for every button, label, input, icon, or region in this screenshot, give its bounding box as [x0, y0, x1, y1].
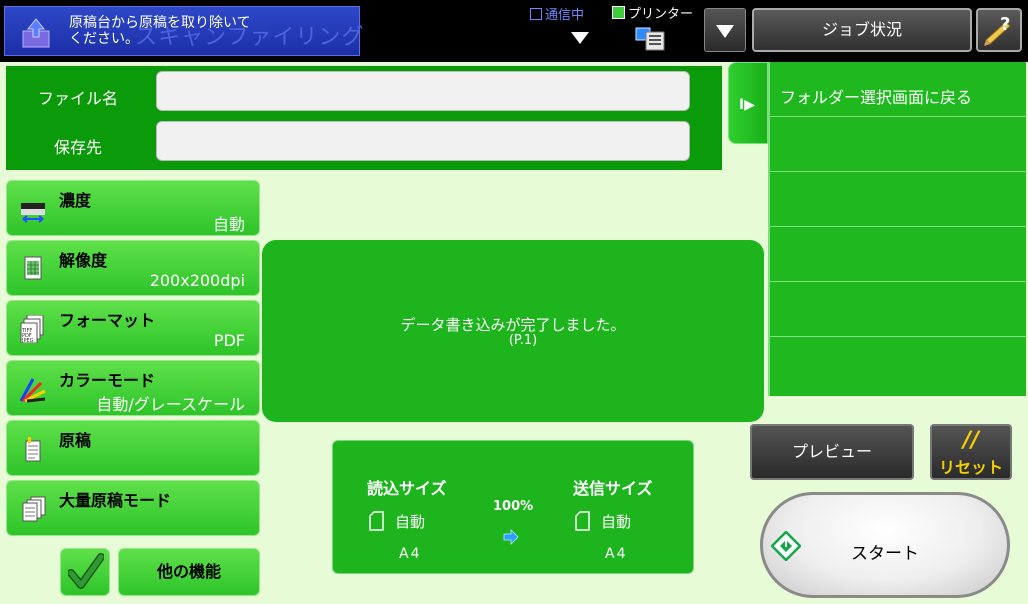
- file-name-field[interactable]: [156, 71, 690, 111]
- system-message-box: スキャンファイリング 原稿台から原稿を取り除いて ください。: [4, 6, 363, 56]
- preview-button[interactable]: プレビュー: [750, 424, 914, 480]
- job-build-label: 大量原稿モード: [59, 491, 172, 510]
- help-icon: ?: [984, 14, 1011, 46]
- communication-status-icon: [530, 8, 542, 20]
- status-dropdown-button[interactable]: [704, 8, 746, 52]
- color-mode-value: 自動/グレースケール: [96, 395, 245, 414]
- settings-check-button[interactable]: [60, 548, 110, 596]
- communication-status: 通信中: [530, 4, 584, 23]
- color-mode-label: カラーモード: [59, 371, 156, 390]
- original-label: 原稿: [59, 431, 92, 450]
- svg-text:?: ?: [1000, 14, 1010, 35]
- paper-icon: [575, 511, 590, 531]
- folder-list-item[interactable]: [770, 282, 1026, 337]
- send-size-mode: 自動: [601, 513, 632, 531]
- job-build-button[interactable]: 大量原稿モード: [6, 480, 260, 536]
- top-bar: スキャンファイリング 原稿台から原稿を取り除いて ください。 通信中 プリンター…: [0, 0, 1028, 62]
- folder-back-label: フォルダー選択画面に戻る: [780, 88, 973, 107]
- job-build-icon: [22, 496, 46, 522]
- printer-status-label: プリンター: [628, 7, 694, 22]
- size-ratio: 100%: [493, 499, 534, 514]
- file-info-panel: ファイル名 保存先: [6, 66, 722, 170]
- status-message-panel: データ書き込みが完了しました。 (P.1): [262, 240, 764, 422]
- status-message: データ書き込みが完了しました。: [400, 316, 626, 334]
- color-mode-button[interactable]: カラーモード 自動/グレースケール: [6, 360, 260, 416]
- scan-size-paper: A4: [399, 546, 422, 562]
- remove-original-icon: [22, 18, 50, 48]
- job-status-button[interactable]: ジョブ状況: [752, 8, 972, 52]
- communication-expand-icon[interactable]: [571, 32, 589, 44]
- format-value: PDF: [213, 331, 245, 350]
- density-value: 自動: [212, 215, 245, 234]
- start-icon: [771, 531, 801, 561]
- communication-status-label: 通信中: [545, 8, 585, 23]
- arrow-right-icon: [503, 529, 519, 545]
- other-functions-button[interactable]: 他の機能: [118, 548, 260, 596]
- help-button[interactable]: ?: [976, 8, 1022, 52]
- checkmark-icon: [68, 553, 104, 589]
- format-icon: TIFF PDF JPEG: [20, 315, 44, 343]
- reset-label: リセット: [938, 458, 1003, 477]
- send-size-paper: A4: [605, 546, 628, 562]
- start-label: スタート: [851, 544, 919, 564]
- expand-arrow-icon: I▶: [739, 97, 755, 113]
- printer-icon[interactable]: [634, 24, 666, 52]
- format-label: フォーマット: [59, 311, 156, 330]
- folder-back-row[interactable]: フォルダー選択画面に戻る: [770, 62, 1026, 117]
- paper-icon: [369, 511, 384, 531]
- original-icon: [25, 437, 41, 462]
- resolution-value: 200x200dpi: [149, 271, 245, 290]
- format-button[interactable]: TIFF PDF JPEG フォーマット PDF: [6, 300, 260, 356]
- save-to-label: 保存先: [54, 138, 103, 157]
- svg-text:JPEG: JPEG: [21, 338, 34, 343]
- resolution-label: 解像度: [59, 251, 108, 270]
- color-mode-icon: [19, 378, 46, 403]
- density-button[interactable]: 濃度 自動: [6, 180, 260, 236]
- folder-list-item[interactable]: [770, 117, 1026, 172]
- file-name-label: ファイル名: [38, 89, 119, 108]
- chevron-down-icon: [716, 25, 734, 38]
- density-icon: [21, 203, 45, 223]
- folder-list: フォルダー選択画面に戻る: [768, 62, 1026, 396]
- save-to-field[interactable]: [156, 121, 690, 161]
- size-panel[interactable]: 読込サイズ 自動 A4 100% 送信サイズ 自動 A4: [332, 440, 694, 574]
- start-button[interactable]: スタート: [760, 492, 1010, 598]
- reset-icon: //: [962, 428, 980, 453]
- status-page: (P.1): [508, 333, 538, 348]
- folder-panel-toggle[interactable]: I▶: [728, 62, 768, 144]
- send-size-label: 送信サイズ: [573, 479, 653, 498]
- folder-list-item[interactable]: [770, 172, 1026, 227]
- density-label: 濃度: [59, 191, 92, 210]
- printer-status-icon: [612, 6, 625, 19]
- system-message: 原稿台から原稿を取り除いて ください。: [69, 15, 251, 47]
- scan-size-label: 読込サイズ: [367, 479, 447, 498]
- folder-list-item[interactable]: [770, 337, 1026, 392]
- scan-size-mode: 自動: [395, 513, 426, 531]
- resolution-icon: [24, 256, 42, 280]
- reset-button[interactable]: // リセット: [930, 424, 1012, 480]
- folder-list-item[interactable]: [770, 227, 1026, 282]
- original-button[interactable]: 原稿: [6, 420, 260, 476]
- resolution-button[interactable]: 解像度 200x200dpi: [6, 240, 260, 296]
- printer-status: プリンター: [612, 3, 693, 22]
